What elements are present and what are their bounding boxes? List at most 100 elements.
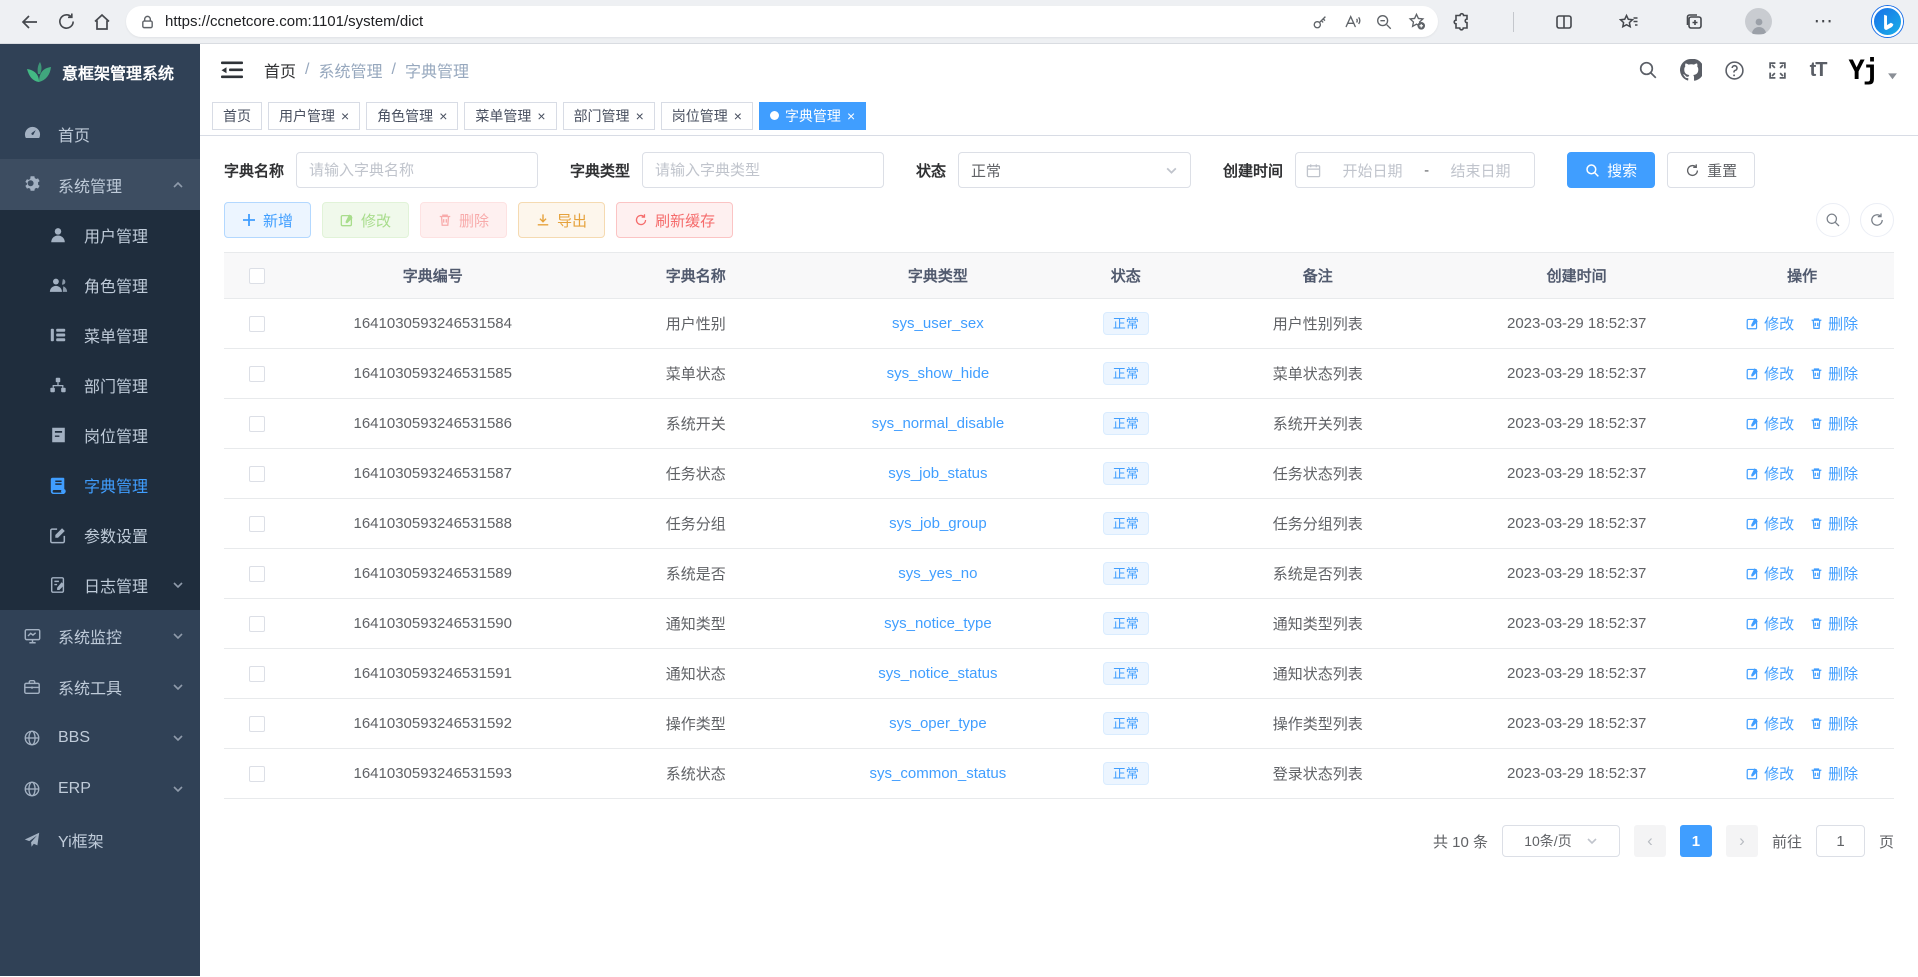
tab-role-mgmt[interactable]: 角色管理 × bbox=[366, 102, 458, 130]
edit-link[interactable]: 修改 bbox=[1746, 713, 1794, 734]
dict-type-link[interactable]: sys_show_hide bbox=[887, 365, 990, 382]
delete-link[interactable]: 删除 bbox=[1810, 763, 1858, 784]
delete-link[interactable]: 删除 bbox=[1810, 663, 1858, 684]
row-checkbox[interactable] bbox=[249, 316, 265, 332]
github-button[interactable] bbox=[1680, 59, 1702, 81]
goto-page-input[interactable] bbox=[1816, 825, 1865, 857]
row-checkbox[interactable] bbox=[249, 766, 265, 782]
tab-dept-mgmt[interactable]: 部门管理 × bbox=[563, 102, 655, 130]
sidebar-item-users[interactable]: 用户管理 bbox=[0, 210, 200, 260]
edit-link[interactable]: 修改 bbox=[1746, 463, 1794, 484]
page-size-select[interactable]: 10条/页 bbox=[1502, 825, 1620, 857]
browser-back-button[interactable] bbox=[12, 5, 48, 39]
export-button[interactable]: 导出 bbox=[518, 202, 605, 238]
close-icon[interactable]: × bbox=[537, 109, 545, 123]
dict-type-input[interactable] bbox=[642, 152, 884, 188]
delete-link[interactable]: 删除 bbox=[1810, 313, 1858, 334]
table-row[interactable]: 1641030593246531589 系统是否 sys_yes_no 正常 系… bbox=[224, 549, 1894, 599]
row-checkbox[interactable] bbox=[249, 666, 265, 682]
close-icon[interactable]: × bbox=[734, 109, 742, 123]
sidebar-item-bbs[interactable]: BBS bbox=[0, 712, 200, 763]
prev-page-button[interactable]: ‹ bbox=[1634, 825, 1666, 857]
edit-link[interactable]: 修改 bbox=[1746, 663, 1794, 684]
close-icon[interactable]: × bbox=[341, 109, 349, 123]
current-page[interactable]: 1 bbox=[1680, 825, 1712, 857]
add-button[interactable]: 新增 bbox=[224, 202, 311, 238]
delete-link[interactable]: 删除 bbox=[1810, 563, 1858, 584]
row-checkbox[interactable] bbox=[249, 466, 265, 482]
edit-link[interactable]: 修改 bbox=[1746, 363, 1794, 384]
password-key-icon[interactable] bbox=[1304, 8, 1336, 36]
status-select[interactable]: 正常 bbox=[958, 152, 1191, 188]
table-row[interactable]: 1641030593246531593 系统状态 sys_common_stat… bbox=[224, 749, 1894, 799]
close-icon[interactable]: × bbox=[847, 109, 855, 123]
table-row[interactable]: 1641030593246531587 任务状态 sys_job_status … bbox=[224, 449, 1894, 499]
browser-refresh-button[interactable] bbox=[48, 5, 84, 39]
split-screen-icon[interactable] bbox=[1546, 5, 1582, 39]
edit-link[interactable]: 修改 bbox=[1746, 763, 1794, 784]
dict-type-link[interactable]: sys_oper_type bbox=[889, 715, 987, 732]
table-row[interactable]: 1641030593246531590 通知类型 sys_notice_type… bbox=[224, 599, 1894, 649]
bing-chat-button[interactable] bbox=[1870, 5, 1906, 39]
dict-type-link[interactable]: sys_common_status bbox=[870, 765, 1007, 782]
favorites-icon[interactable] bbox=[1611, 5, 1647, 39]
row-checkbox[interactable] bbox=[249, 616, 265, 632]
table-row[interactable]: 1641030593246531586 系统开关 sys_normal_disa… bbox=[224, 399, 1894, 449]
help-button[interactable] bbox=[1724, 60, 1745, 81]
next-page-button[interactable]: › bbox=[1726, 825, 1758, 857]
header-search-button[interactable] bbox=[1638, 60, 1658, 80]
dict-type-link[interactable]: sys_notice_status bbox=[878, 665, 997, 682]
sidebar-item-system[interactable]: 系统管理 bbox=[0, 159, 200, 210]
edit-button[interactable]: 修改 bbox=[322, 202, 409, 238]
url-text[interactable]: https://ccnetcore.com:1101/system/dict bbox=[165, 13, 1304, 30]
collections-icon[interactable] bbox=[1676, 5, 1712, 39]
delete-link[interactable]: 删除 bbox=[1810, 463, 1858, 484]
edit-link[interactable]: 修改 bbox=[1746, 563, 1794, 584]
font-size-button[interactable]: tT bbox=[1810, 59, 1827, 82]
add-favorite-icon[interactable] bbox=[1400, 8, 1432, 36]
table-row[interactable]: 1641030593246531585 菜单状态 sys_show_hide 正… bbox=[224, 349, 1894, 399]
profile-avatar[interactable] bbox=[1741, 5, 1777, 39]
tab-menu-mgmt[interactable]: 菜单管理 × bbox=[464, 102, 556, 130]
caret-down-icon[interactable] bbox=[1887, 73, 1898, 81]
sidebar-item-menus[interactable]: 菜单管理 bbox=[0, 310, 200, 360]
row-checkbox[interactable] bbox=[249, 716, 265, 732]
table-row[interactable]: 1641030593246531584 用户性别 sys_user_sex 正常… bbox=[224, 299, 1894, 349]
app-logo[interactable]: 意框架管理系统 bbox=[0, 44, 200, 100]
refresh-table-button[interactable] bbox=[1860, 203, 1894, 237]
sidebar-item-roles[interactable]: 角色管理 bbox=[0, 260, 200, 310]
close-icon[interactable]: × bbox=[636, 109, 644, 123]
sidebar-item-erp[interactable]: ERP bbox=[0, 763, 200, 814]
sidebar-item-parameters[interactable]: 参数设置 bbox=[0, 510, 200, 560]
row-checkbox[interactable] bbox=[249, 566, 265, 582]
close-icon[interactable]: × bbox=[439, 109, 447, 123]
show-search-toggle-button[interactable] bbox=[1816, 203, 1850, 237]
sidebar-collapse-button[interactable] bbox=[220, 57, 246, 83]
dict-type-link[interactable]: sys_normal_disable bbox=[872, 415, 1005, 432]
breadcrumb-home[interactable]: 首页 bbox=[264, 58, 296, 82]
dict-type-link[interactable]: sys_notice_type bbox=[884, 615, 992, 632]
sidebar-item-departments[interactable]: 部门管理 bbox=[0, 360, 200, 410]
zoom-out-icon[interactable] bbox=[1368, 8, 1400, 36]
browser-more-menu[interactable]: ⋯ bbox=[1805, 5, 1841, 39]
table-row[interactable]: 1641030593246531592 操作类型 sys_oper_type 正… bbox=[224, 699, 1894, 749]
address-bar[interactable]: https://ccnetcore.com:1101/system/dict bbox=[126, 6, 1438, 37]
select-all-checkbox[interactable] bbox=[249, 268, 265, 284]
sidebar-item-dictionary[interactable]: 字典管理 bbox=[0, 460, 200, 510]
row-checkbox[interactable] bbox=[249, 516, 265, 532]
tab-user-mgmt[interactable]: 用户管理 × bbox=[268, 102, 360, 130]
table-row[interactable]: 1641030593246531591 通知状态 sys_notice_stat… bbox=[224, 649, 1894, 699]
edit-link[interactable]: 修改 bbox=[1746, 413, 1794, 434]
delete-link[interactable]: 删除 bbox=[1810, 613, 1858, 634]
table-row[interactable]: 1641030593246531588 任务分组 sys_job_group 正… bbox=[224, 499, 1894, 549]
sidebar-item-home[interactable]: 首页 bbox=[0, 108, 200, 159]
sidebar-item-yi-framework[interactable]: Yi框架 bbox=[0, 814, 200, 865]
browser-home-button[interactable] bbox=[84, 5, 120, 39]
sidebar-item-tools[interactable]: 系统工具 bbox=[0, 661, 200, 712]
dict-type-link[interactable]: sys_user_sex bbox=[892, 315, 984, 332]
tab-dict-mgmt[interactable]: 字典管理 × bbox=[759, 102, 866, 130]
fullscreen-button[interactable] bbox=[1767, 60, 1788, 81]
row-checkbox[interactable] bbox=[249, 366, 265, 382]
edit-link[interactable]: 修改 bbox=[1746, 613, 1794, 634]
date-range-picker[interactable]: 开始日期 - 结束日期 bbox=[1295, 152, 1535, 188]
